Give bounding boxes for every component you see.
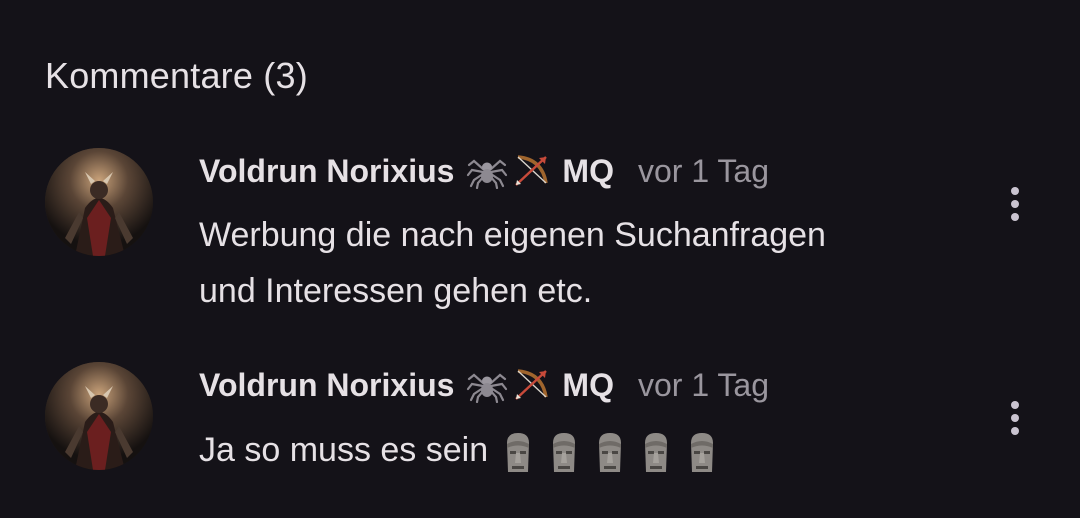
more-vert-icon-dot [1011, 200, 1019, 208]
author-badges [466, 367, 552, 403]
comment-timestamp: vor 1 Tag [637, 152, 770, 189]
spider-icon [466, 153, 508, 189]
avatar[interactable] [45, 148, 153, 256]
comment-author[interactable]: Voldrun Norixius [199, 367, 454, 404]
spider-icon [466, 367, 508, 403]
avatar[interactable] [45, 362, 153, 470]
comment-text-line: Werbung die nach eigenen Suchanfragen [199, 216, 826, 254]
more-vert-icon [1011, 187, 1019, 195]
more-vert-icon [1011, 401, 1019, 409]
comments-section-title: Kommentare (3) [45, 55, 308, 96]
comment-timestamp: vor 1 Tag [637, 366, 770, 403]
author-badge-text: MQ [562, 366, 614, 403]
comments-page: Kommentare (3) Voldrun Norixius MQ vor 1… [0, 0, 1080, 518]
comment-author[interactable]: Voldrun Norixius [199, 153, 454, 190]
comment-text-line: Ja so muss es sein [199, 431, 489, 469]
comment-text: Ja so muss es sein [199, 422, 959, 478]
comment-menu-button[interactable] [998, 396, 1032, 440]
comment-text-line: und Interessen gehen etc. [199, 272, 593, 310]
moai-icon [594, 431, 640, 473]
comment-meta: Voldrun Norixius MQ vor 1 Tag [199, 151, 769, 191]
moai-icon [640, 431, 686, 473]
moai-icon [686, 431, 732, 473]
author-badge-text: MQ [562, 152, 614, 189]
bow-and-arrow-icon [512, 153, 552, 189]
more-vert-icon-dot [1011, 427, 1019, 435]
comment-meta: Voldrun Norixius MQ vor 1 Tag [199, 365, 769, 405]
comment-text: Werbung die nach eigenen Suchanfragen un… [199, 207, 959, 319]
bow-and-arrow-icon [512, 367, 552, 403]
more-vert-icon-dot [1011, 414, 1019, 422]
moai-icon [548, 431, 594, 473]
emoji-row [502, 431, 732, 473]
more-vert-icon-dot [1011, 213, 1019, 221]
author-badges [466, 153, 552, 189]
comment-menu-button[interactable] [998, 182, 1032, 226]
moai-icon [502, 431, 548, 473]
